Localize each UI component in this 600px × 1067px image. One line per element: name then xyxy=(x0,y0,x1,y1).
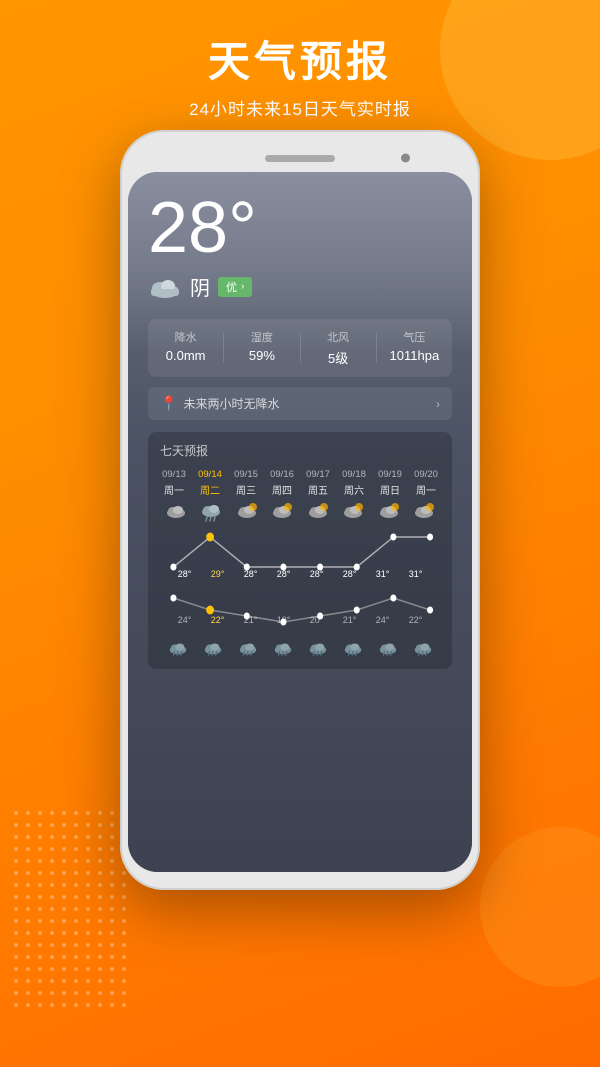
forecast-title: 七天预报 xyxy=(156,442,444,459)
stat-pressure-value: 1011hpa xyxy=(377,348,452,363)
stat-humidity-value: 59% xyxy=(224,348,299,363)
forecast-weekday-7: 周一 xyxy=(416,482,436,497)
forecast-weekday-3: 周四 xyxy=(272,482,292,497)
forecast-day-7: 09/20 周一 xyxy=(408,469,444,497)
precip-notice-chevron: › xyxy=(436,397,440,411)
stat-pressure-label: 气压 xyxy=(377,329,452,345)
forecast-date-7: 09/20 xyxy=(414,469,438,480)
forecast-weekday-5: 周六 xyxy=(344,482,364,497)
forecast-date-0: 09/13 xyxy=(162,469,186,480)
bottom-icon-6 xyxy=(370,639,405,657)
forecast-day-1: 09/14 周二 xyxy=(192,469,228,497)
forecast-days-header: 09/13 周一 09/14 周二 09/15 周三 xyxy=(156,469,444,497)
forecast-icon-7 xyxy=(407,503,443,523)
bottom-icon-0 xyxy=(160,639,195,657)
forecast-weekday-0: 周一 xyxy=(164,482,184,497)
phone-camera xyxy=(401,154,410,163)
aqi-chevron-icon: › xyxy=(241,281,244,292)
forecast-icon-2 xyxy=(229,503,265,523)
stat-precipitation-value: 0.0mm xyxy=(148,348,223,363)
bg-decoration-dots xyxy=(10,807,130,1007)
precip-notice-text: 未来两小时无降水 xyxy=(183,395,279,412)
weather-stats-row: 降水 0.0mm 湿度 59% 北风 5级 xyxy=(148,319,452,377)
forecast-icon-5 xyxy=(336,503,372,523)
forecast-weekday-4: 周五 xyxy=(308,482,328,497)
phone-notch xyxy=(128,144,472,172)
forecast-day-0: 09/13 周一 xyxy=(156,469,192,497)
forecast-date-5: 09/18 xyxy=(342,469,366,480)
forecast-date-6: 09/19 xyxy=(378,469,402,480)
phone-screen: 28° 阴 优 › xyxy=(128,172,472,872)
phone-frame: 28° 阴 优 › xyxy=(120,130,480,890)
bottom-icon-2 xyxy=(230,639,265,657)
weather-temperature: 28° xyxy=(148,192,452,264)
phone-mockup: 28° 阴 优 › xyxy=(120,130,480,890)
stat-humidity-label: 湿度 xyxy=(224,329,299,345)
stat-wind-value: 5级 xyxy=(301,348,376,367)
stat-wind: 北风 5级 xyxy=(301,329,376,367)
stat-precipitation-label: 降水 xyxy=(148,329,223,345)
forecast-icon-0 xyxy=(158,503,194,523)
forecast-section: 七天预报 09/13 周一 09/14 周二 xyxy=(148,432,452,669)
weather-condition-label: 阴 xyxy=(190,272,210,301)
stat-humidity: 湿度 59% xyxy=(224,329,299,367)
aqi-badge[interactable]: 优 › xyxy=(218,277,252,297)
forecast-date-1: 09/14 xyxy=(198,469,222,480)
temp-chart: 28° 29° 28° 28° 28° 28° 31° 31° xyxy=(156,527,444,637)
forecast-date-2: 09/15 xyxy=(234,469,258,480)
forecast-bottom-icons xyxy=(156,639,444,657)
weather-background: 28° 阴 优 › xyxy=(128,172,472,872)
cloud-weather-icon xyxy=(148,275,182,299)
weather-main-section: 28° 阴 优 › xyxy=(128,172,472,669)
bottom-icon-7 xyxy=(405,639,440,657)
forecast-icon-1 xyxy=(194,503,230,523)
forecast-day-4: 09/17 周五 xyxy=(300,469,336,497)
bottom-icon-4 xyxy=(300,639,335,657)
page-subtitle: 24小时未来15日天气实时报 xyxy=(0,95,600,120)
precipitation-notice[interactable]: 📍 未来两小时无降水 › xyxy=(148,387,452,420)
stat-pressure: 气压 1011hpa xyxy=(377,329,452,367)
weather-condition-row: 阴 优 › xyxy=(148,272,452,301)
temp-chart-svg xyxy=(156,527,444,637)
stat-wind-label: 北风 xyxy=(301,329,376,345)
forecast-day-2: 09/15 周三 xyxy=(228,469,264,497)
forecast-date-3: 09/16 xyxy=(270,469,294,480)
forecast-weekday-6: 周日 xyxy=(380,482,400,497)
bg-decoration-circle-bottom xyxy=(480,827,600,987)
bottom-icon-3 xyxy=(265,639,300,657)
forecast-icon-6 xyxy=(371,503,407,523)
phone-speaker xyxy=(265,155,335,162)
forecast-day-5: 09/18 周六 xyxy=(336,469,372,497)
forecast-icon-4 xyxy=(300,503,336,523)
page-header: 天气预报 24小时未来15日天气实时报 xyxy=(0,0,600,120)
forecast-weekday-1: 周二 xyxy=(200,482,220,497)
aqi-label: 优 xyxy=(226,279,237,295)
page-title: 天气预报 xyxy=(0,28,600,89)
forecast-weekday-2: 周三 xyxy=(236,482,256,497)
stat-precipitation: 降水 0.0mm xyxy=(148,329,223,367)
forecast-icon-3 xyxy=(265,503,301,523)
forecast-day-3: 09/16 周四 xyxy=(264,469,300,497)
bottom-icon-1 xyxy=(195,639,230,657)
forecast-date-4: 09/17 xyxy=(306,469,330,480)
bottom-icon-5 xyxy=(335,639,370,657)
precip-notice-icon: 📍 xyxy=(160,395,177,412)
forecast-day-6: 09/19 周日 xyxy=(372,469,408,497)
